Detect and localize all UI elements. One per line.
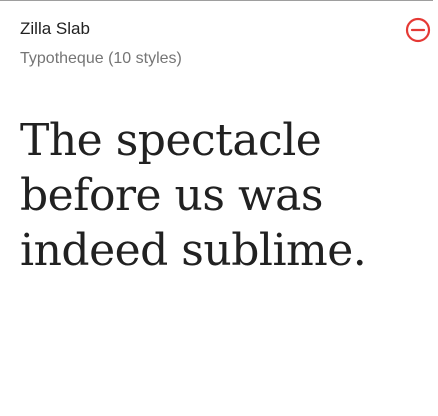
- styles-count: (10 styles): [108, 50, 182, 67]
- font-family-name: Zilla Slab: [20, 19, 90, 38]
- font-preview-text: The spectacle before us was indeed subli…: [20, 115, 367, 276]
- minus-circle-icon: [405, 17, 431, 43]
- font-meta: Typotheque (10 styles): [20, 48, 182, 70]
- remove-font-button[interactable]: [404, 16, 432, 44]
- font-card: Zilla Slab Typotheque (10 styles) The sp…: [0, 0, 433, 416]
- divider: [0, 0, 433, 1]
- foundry-name: Typotheque: [20, 50, 104, 67]
